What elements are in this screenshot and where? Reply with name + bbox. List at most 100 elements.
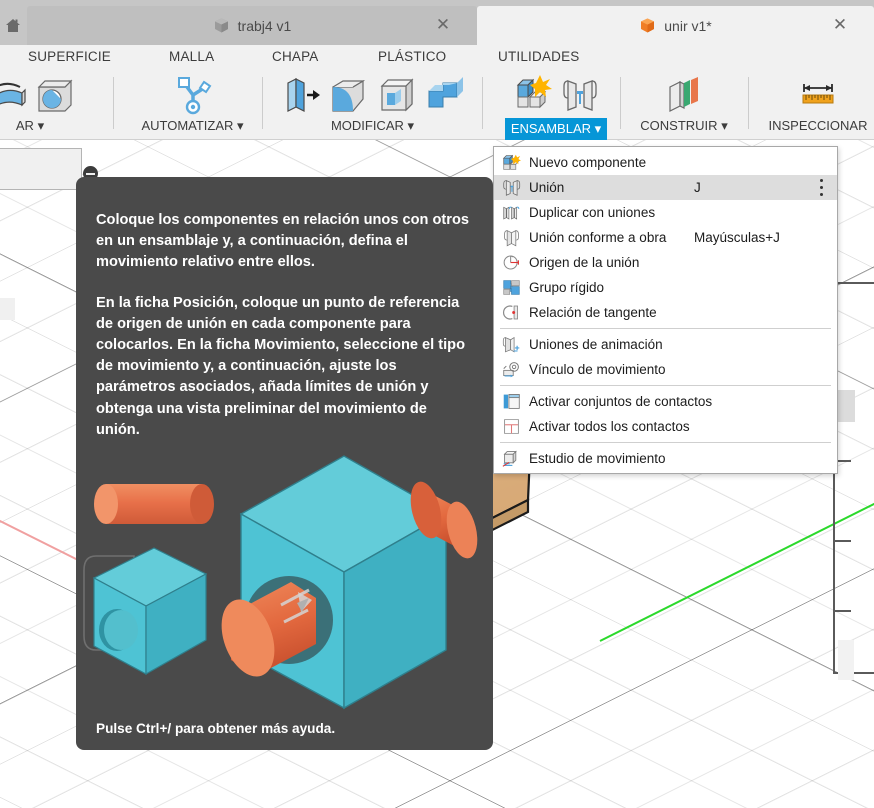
ribbon-tab-plastico[interactable]: PLÁSTICO — [378, 49, 446, 64]
tab-close-icon[interactable]: ✕ — [435, 16, 451, 33]
menu-item-nuevo-componente[interactable]: Nuevo componente — [494, 150, 837, 175]
ensamblar-dropdown-menu[interactable]: Nuevo componente Unión J Duplicar con un… — [493, 146, 838, 474]
menu-separator — [500, 385, 831, 386]
menu-item-label: Estudio de movimiento — [529, 451, 666, 466]
menu-item-label: Unión conforme a obra — [529, 230, 667, 245]
panel-inspeccionar-icons — [753, 71, 874, 117]
ribbon-toolbar: SUPERFICIE MALLA CHAPA PLÁSTICO UTILIDAD… — [0, 45, 874, 140]
menu-item-label: Origen de la unión — [529, 255, 640, 270]
menu-item-estudio-de-movimiento[interactable]: Estudio de movimiento — [494, 446, 837, 471]
menu-item-label: Uniones de animación — [529, 337, 663, 352]
panel-separator — [262, 77, 263, 129]
tab-close-icon[interactable]: ✕ — [832, 16, 848, 33]
menu-item-activar-todos-los-contactos[interactable]: Activar todos los contactos — [494, 414, 837, 439]
browser-item-ghost — [0, 298, 15, 320]
new-component-icon[interactable] — [510, 73, 554, 117]
joint-origin-icon — [500, 253, 522, 273]
menu-item-label: Activar todos los contactos — [529, 419, 690, 434]
motion-link-icon — [500, 360, 522, 380]
tangent-relationship-icon — [500, 303, 522, 323]
enable-contact-sets-icon — [500, 392, 522, 412]
ribbon-tab-utilidades[interactable]: UTILIDADES — [498, 49, 580, 64]
command-tooltip: Coloque los componentes en relación unos… — [76, 177, 493, 750]
hole-icon[interactable] — [32, 73, 76, 117]
overflow-menu-icon[interactable] — [819, 179, 823, 196]
viewport-edge-ghost — [837, 390, 855, 422]
fillet-icon[interactable] — [327, 73, 371, 117]
viewport-edge-tick — [835, 610, 851, 612]
ribbon-tab-superficie[interactable]: SUPERFICIE — [28, 49, 111, 64]
joint-illustration — [83, 455, 478, 710]
menu-item-grupo-rigido[interactable]: Grupo rígido — [494, 275, 837, 300]
panel-construir: CONSTRUIR ▾ — [625, 71, 743, 139]
viewport-edge-frame — [833, 282, 874, 674]
revolve-icon[interactable] — [0, 73, 28, 117]
tab-trabj4[interactable]: trabj4 v1 ✕ — [27, 6, 477, 45]
panel-crear: AR ▾ — [0, 71, 110, 139]
panel-crear-label[interactable]: AR ▾ — [0, 118, 110, 134]
panel-ensamblar: ENSAMBLAR ▾ — [492, 71, 620, 140]
orange-cube-icon — [641, 18, 655, 33]
chevron-down-icon: ▾ — [237, 118, 244, 133]
panel-modificar-icons — [265, 71, 480, 117]
tab-label: unir v1* — [664, 17, 712, 34]
joint-icon — [500, 178, 522, 198]
motion-study-icon — [500, 449, 522, 469]
combine-icon[interactable] — [423, 73, 467, 117]
panel-inspeccionar: INSPECCIONAR — [753, 71, 874, 139]
construct-plane-icon[interactable] — [662, 73, 706, 117]
menu-item-shortcut: Mayúsculas+J — [694, 230, 780, 245]
chevron-down-icon: ▾ — [594, 121, 602, 136]
menu-item-label: Vínculo de movimiento — [529, 362, 666, 377]
menu-item-activar-conjuntos-de-contactos[interactable]: Activar conjuntos de contactos — [494, 389, 837, 414]
rigid-group-icon — [500, 278, 522, 298]
viewport-edge-ghost-2 — [838, 640, 854, 680]
panel-automatizar: AUTOMATIZAR ▾ — [125, 71, 260, 139]
panel-inspeccionar-label[interactable]: INSPECCIONAR — [753, 118, 874, 133]
menu-item-duplicar-con-uniones[interactable]: Duplicar con uniones — [494, 200, 837, 225]
ribbon-tab-chapa[interactable]: CHAPA — [272, 49, 319, 64]
panel-modificar-label[interactable]: MODIFICAR ▾ — [265, 118, 480, 134]
menu-item-shortcut: J — [694, 180, 701, 195]
as-built-joint-icon — [500, 228, 522, 248]
panel-crear-icons — [0, 71, 110, 117]
fusion360-window: ento v1:1 trabj4 v1 ✕ — [0, 0, 874, 808]
ribbon-tab-row: SUPERFICIE MALLA CHAPA PLÁSTICO UTILIDAD… — [0, 45, 874, 71]
menu-item-uniones-de-animacion[interactable]: Uniones de animación — [494, 332, 837, 357]
menu-item-label: Unión — [529, 180, 565, 195]
tooltip-footer: Pulse Ctrl+/ para obtener más ayuda. — [96, 721, 336, 736]
panel-separator — [620, 77, 621, 129]
menu-separator — [500, 328, 831, 329]
automate-icon[interactable] — [171, 73, 215, 117]
menu-item-vinculo-de-movimiento[interactable]: Vínculo de movimiento — [494, 357, 837, 382]
menu-item-label: Activar conjuntos de contactos — [529, 394, 713, 409]
menu-item-origen-de-la-union[interactable]: Origen de la unión — [494, 250, 837, 275]
shell-icon[interactable] — [375, 73, 419, 117]
panel-modificar: MODIFICAR ▾ — [265, 71, 480, 139]
panel-automatizar-label[interactable]: AUTOMATIZAR ▾ — [125, 118, 260, 134]
ribbon-tab-malla[interactable]: MALLA — [169, 49, 214, 64]
grey-cube-icon — [214, 18, 228, 33]
press-pull-icon[interactable] — [279, 73, 323, 117]
measure-icon[interactable] — [796, 73, 840, 117]
chevron-down-icon: ▾ — [407, 118, 415, 133]
panel-separator — [748, 77, 749, 129]
document-tab-bar: trabj4 v1 ✕ unir v1* ✕ — [0, 0, 874, 45]
menu-item-relacion-de-tangente[interactable]: Relación de tangente — [494, 300, 837, 325]
panel-construir-label[interactable]: CONSTRUIR ▾ — [625, 118, 743, 134]
menu-item-label: Duplicar con uniones — [529, 205, 656, 220]
menu-item-label: Grupo rígido — [529, 280, 605, 295]
menu-item-label: Nuevo componente — [529, 155, 647, 170]
home-button[interactable] — [0, 8, 26, 42]
menu-item-union[interactable]: Unión J — [494, 175, 837, 200]
joint-icon[interactable] — [558, 73, 602, 117]
orange-rod — [94, 484, 214, 524]
menu-item-union-conforme-a-obra[interactable]: Unión conforme a obra Mayúsculas+J — [494, 225, 837, 250]
viewport-edge-tick — [835, 540, 851, 542]
panel-automatizar-icons — [125, 71, 260, 117]
home-icon — [6, 19, 20, 32]
tab-unir[interactable]: unir v1* ✕ — [477, 6, 874, 45]
panel-ensamblar-label[interactable]: ENSAMBLAR ▾ — [504, 118, 608, 140]
new-component-icon — [500, 153, 522, 173]
duplicate-joints-icon — [500, 203, 522, 223]
